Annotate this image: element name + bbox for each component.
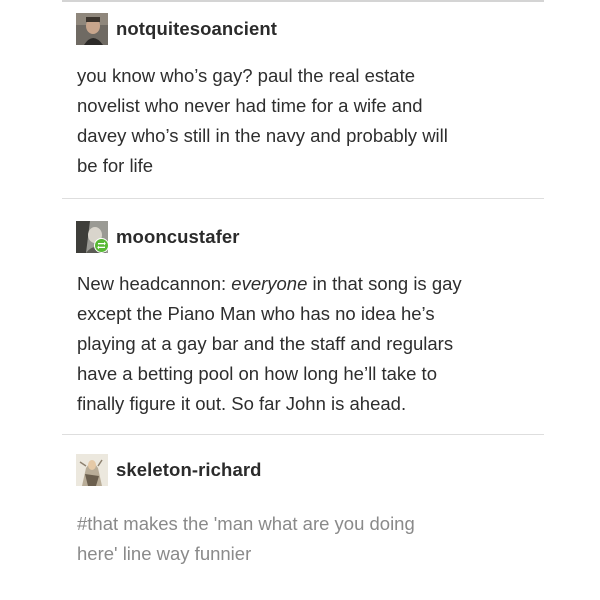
body-line: be for life [77,155,154,176]
username[interactable]: notquitesoancient [116,18,277,40]
body-line: New headcannon: everyone in that song is… [77,269,547,299]
body-line: playing at a gay bar and the staff and r… [77,333,454,354]
post-header: notquitesoancient [76,12,277,46]
tag-line[interactable]: here' line way funnier [77,539,547,569]
post-header: mooncustafer [76,220,240,254]
body-line: you know who’s gay? paul the real estate [77,65,416,86]
top-border [62,0,544,2]
post-body: you know who’s gay? paul the real estate… [77,61,547,181]
reblog-icon [94,238,109,253]
user-avatar-icon[interactable] [76,454,108,486]
post-tags: #that makes the 'man what are you doing … [77,509,547,569]
body-line: finally figure it out. So far John is ah… [77,393,407,414]
tag-line[interactable]: #that makes the 'man what are you doing [77,509,547,539]
user-avatar-icon[interactable] [76,13,108,45]
body-text: in that song is gay [307,273,462,294]
body-line: except the Piano Man who has no idea he’… [77,303,435,324]
body-text: New headcannon: [77,273,232,294]
post-header: skeleton-richard [76,453,262,487]
emphasized-text: everyone [231,273,308,294]
post-body: New headcannon: everyone in that song is… [77,269,547,419]
body-line: novelist who never had time for a wife a… [77,95,423,116]
post-divider [62,434,544,435]
username[interactable]: skeleton-richard [116,459,262,481]
post-divider [62,198,544,199]
body-line: davey who’s still in the navy and probab… [77,125,448,146]
username[interactable]: mooncustafer [116,226,240,248]
body-line: have a betting pool on how long he’ll ta… [77,363,437,384]
